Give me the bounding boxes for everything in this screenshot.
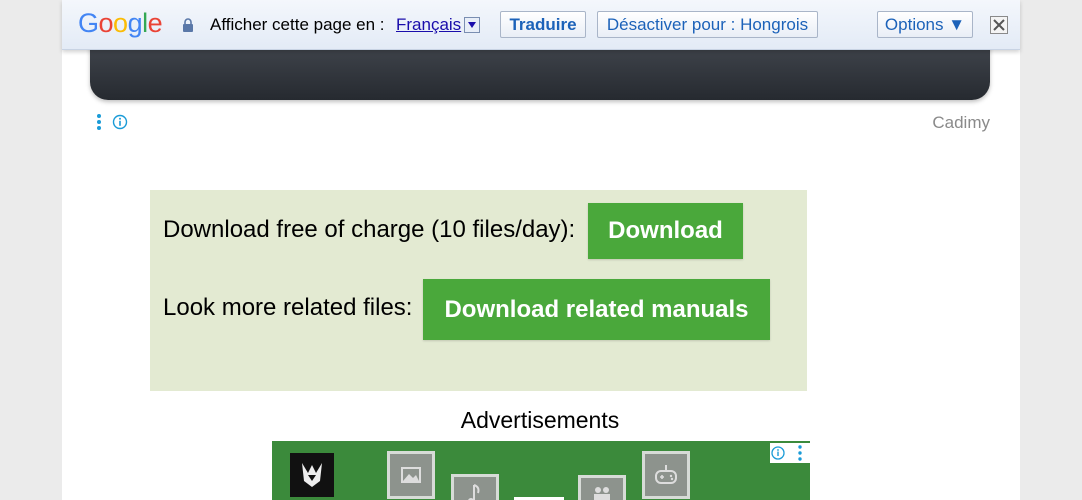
google-logo: Google xyxy=(78,8,163,38)
video-camera-icon xyxy=(578,475,626,500)
info-icon[interactable] xyxy=(112,114,128,130)
ad-menu-icon[interactable] xyxy=(96,113,102,131)
image-icon xyxy=(387,451,435,499)
language-select[interactable]: Français xyxy=(396,15,461,35)
translate-prompt: Afficher cette page en : xyxy=(210,15,385,34)
download-button[interactable]: Download xyxy=(588,203,743,259)
close-translate-bar-button[interactable] xyxy=(990,16,1008,34)
ad-logo xyxy=(290,453,334,497)
disable-translation-button[interactable]: Désactiver pour : Hongrois xyxy=(597,11,818,38)
advertisements-heading: Advertisements xyxy=(460,407,620,433)
gamepad-icon xyxy=(642,451,690,499)
music-note-icon xyxy=(451,474,499,500)
ad-banner[interactable] xyxy=(272,441,810,500)
chevron-down-icon xyxy=(468,22,476,28)
close-icon xyxy=(993,19,1005,31)
brand-label: Cadimy xyxy=(932,113,990,132)
translate-bar: Google Afficher cette page en : Français… xyxy=(62,0,1020,50)
options-button[interactable]: Options ▼ xyxy=(877,11,973,38)
lock-icon xyxy=(182,18,194,32)
related-files-text: Look more related files: xyxy=(163,294,413,321)
download-box: Download free of charge (10 files/day): … xyxy=(150,190,807,391)
download-related-manuals-button[interactable]: Download related manuals xyxy=(423,279,770,340)
ad-choices-button[interactable] xyxy=(770,443,810,463)
free-download-text: Download free of charge (10 files/day): xyxy=(163,216,576,243)
translate-button[interactable]: Traduire xyxy=(500,11,586,38)
language-dropdown-button[interactable] xyxy=(464,17,480,33)
